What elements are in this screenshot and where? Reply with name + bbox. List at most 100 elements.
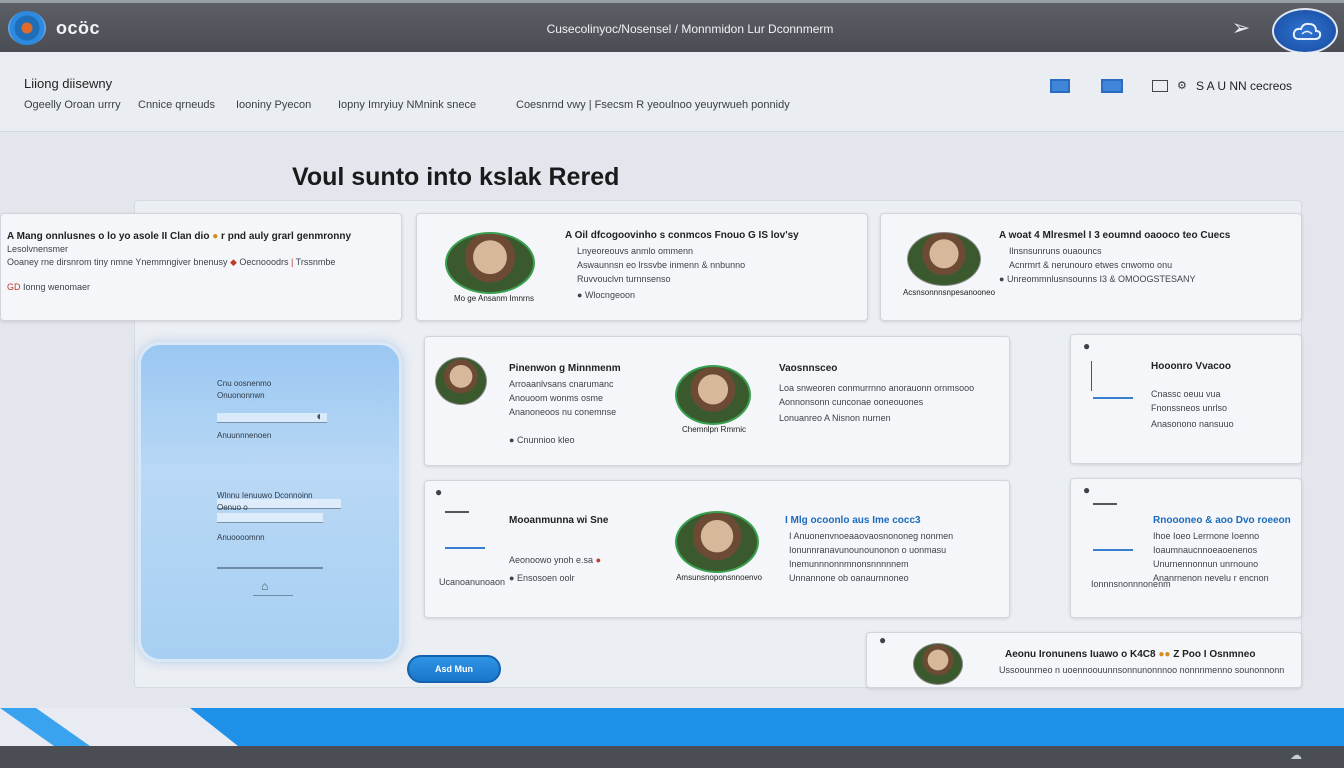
card-line: I Mlg ocoonlo aus Ime cocc3 <box>785 515 921 526</box>
card-line: Aswaunnsn eo lrssvbe inmenn & nnbunno <box>577 260 746 270</box>
window-icon[interactable] <box>1050 79 1070 93</box>
form-label: Cnu oosnenmo <box>217 379 272 388</box>
card-line: Mooanmunna wi Sne <box>509 515 608 526</box>
card-text: Ynemmngiver bnenusy <box>135 257 228 267</box>
settings-icon[interactable]: ⚙ <box>1177 79 1187 92</box>
window-title: Cusecolinyoc/Nosensel / Monnmidon Lur Dc… <box>546 22 834 36</box>
card-line: Ananrnenon nevelu r encnon <box>1153 573 1269 583</box>
profile-avatar <box>675 365 751 425</box>
card-line: Lesolvnensmer <box>7 244 69 254</box>
card-line: A Oil dfcogoovinho s conmcos Fnouo G IS … <box>565 230 799 241</box>
card-text: Unreommnlusnsounns <box>1006 274 1097 284</box>
upload-icon[interactable]: ⌂ <box>261 579 277 593</box>
divider <box>1093 503 1117 505</box>
card-text: Wlocngeoon <box>584 290 635 300</box>
status-dot-icon: ●● <box>1158 649 1171 660</box>
status-dot-icon: ● <box>595 555 602 565</box>
divider <box>445 511 469 513</box>
grid-icon[interactable] <box>1152 80 1168 92</box>
card-line: Unnannone ob oanaurnnoneo <box>789 573 909 583</box>
info-card-7[interactable]: ● Ionnnsnonnnonenm Rnoooneo & aoo Dvo ro… <box>1070 478 1302 618</box>
info-card-8[interactable]: ● Aeonu Ironunens Iuawo o K4C8 ●● Z Poo … <box>866 632 1302 688</box>
status-dot-icon: | <box>290 257 294 267</box>
card-line: GD Ionng wenomaer <box>7 282 90 292</box>
form-panel: Cnu oosnenmo Onuononnwn ◖ Anuunnnenoen W… <box>138 342 402 662</box>
card-text: I3 & OMOOGSTESANY <box>1099 274 1196 284</box>
cloud-icon <box>1292 22 1322 40</box>
monitor-icon[interactable] <box>1101 79 1123 93</box>
avatar-caption: Chemnlpn Rmrnic <box>681 425 747 434</box>
card-line: Cnassc oeuu vua <box>1151 389 1221 399</box>
nav-link-2[interactable]: Cnnice qrneuds <box>138 99 215 111</box>
info-card-2[interactable]: Mo ge Ansanm Imnrns A Oil dfcogoovinho s… <box>416 213 868 321</box>
brand-name: ocöc <box>56 18 101 38</box>
clear-icon[interactable]: ◖ <box>315 409 331 423</box>
pin-icon: ● <box>1083 483 1091 497</box>
cloud-icon[interactable]: ☁ <box>1290 748 1302 762</box>
top-bar: ocöc Cusecolinyoc/Nosensel / Monnmidon L… <box>0 0 1344 54</box>
divider <box>1093 397 1133 399</box>
card-line: Vaosnnsceo <box>779 363 838 374</box>
card-line: Loa snweoren conmurrnno anorauonn ornmso… <box>779 383 975 393</box>
info-card-6[interactable]: ● Mooanmunna wi Sne Aeonoowo ynoh e.sa ●… <box>424 480 1010 618</box>
card-text: oaooco teo Cuecs <box>1144 230 1231 241</box>
card-text: Ensosoen oolr <box>516 573 575 583</box>
info-card-4[interactable]: Pinenwon g Minnmenm Arroaanlvsans cnarum… <box>424 336 1010 466</box>
user-avatar-button[interactable] <box>1272 8 1338 54</box>
card-line: Ioaumnaucnnoeaoenenos <box>1153 545 1258 555</box>
card-text: Oecnooodrs <box>239 257 289 267</box>
card-line: Arroaanlvsans cnarumanc <box>509 379 614 389</box>
card-line: Lonuanreo A Nisnon nurnen <box>779 413 891 423</box>
card-line: Ionunnranavunounounonon o uonmasu <box>789 545 947 555</box>
card-line: Ucanoanunoaon <box>439 577 506 587</box>
avatar-caption: Amsunsnoponsnnoenvo <box>676 573 762 582</box>
card-line: Ussoounrneo n uoennoouunnsonnunonnnoo no… <box>999 665 1285 675</box>
tag-icon: GD <box>7 282 21 292</box>
card-text: Trssnmbe <box>295 257 336 267</box>
nav-link-1[interactable]: Ogeelly Oroan urrry <box>24 99 121 111</box>
profile-avatar <box>913 643 963 685</box>
form-label: Onuononnwn <box>217 391 265 400</box>
card-line: I Anuonenvnoeaaovaosnononeg nonmen <box>789 531 954 541</box>
card-line: A Mang onnlusnes o lo yo asole II Clan d… <box>7 231 351 242</box>
app-logo[interactable] <box>8 11 46 45</box>
card-line: ● Cnunnioo kleo <box>509 435 575 445</box>
profile-avatar <box>907 232 981 286</box>
card-line: Inemunnnonnmnonsnnnnnem <box>789 559 909 569</box>
status-dot-icon: ● <box>212 231 219 242</box>
add-button[interactable]: Asd Mun <box>407 655 501 683</box>
form-input[interactable] <box>217 413 327 423</box>
card-line: Acnrmrt & nerunouro etwes cnwomo onu <box>1009 260 1173 270</box>
card-line: Aonnonsonn cunconae ooneouones <box>779 397 924 407</box>
info-card-3[interactable]: Acsnsonnnsnpesanooneo A woat 4 Mlresmel … <box>880 213 1302 321</box>
info-card-1[interactable]: A Mang onnlusnes o lo yo asole II Clan d… <box>0 213 402 321</box>
divider <box>217 567 323 569</box>
card-line: Ruvvouclvn turnnsenso <box>577 274 671 284</box>
divider <box>1093 549 1133 551</box>
card-text: A Mang onnlusnes o lo yo asole II Clan d… <box>7 231 210 242</box>
card-text: Mooanmunna <box>509 515 574 526</box>
card-line: Aeonoowo ynoh e.sa ● <box>509 555 601 565</box>
info-card-5[interactable]: ● Hooonro Vvacoo Cnassc oeuu vua Fnonssn… <box>1070 334 1302 464</box>
profile-avatar <box>675 511 759 573</box>
nav-link-5[interactable]: Coesnrnd vwy | Fsecsm R yeoulnoo yeuyrwu… <box>516 99 790 111</box>
nav-link-4[interactable]: Iopny Imryiuy NMnink snece <box>338 99 494 111</box>
avatar-caption: Acsnsonnnsnpesanooneo <box>902 288 996 297</box>
card-line: ● Unreommnlusnsounns I3 & OMOOGSTESANY <box>999 274 1196 284</box>
nav-link-3[interactable]: Iooniny Pyecon <box>236 99 316 111</box>
pin-icon: ● <box>435 485 443 499</box>
card-line: Pinenwon g Minnmenm <box>509 363 621 374</box>
card-text: A Oil dfcogoovinho s conmcos <box>565 230 712 241</box>
form-input[interactable] <box>217 513 323 523</box>
card-text: Aeonoowo ynoh e.sa <box>509 555 594 565</box>
share-arrow-icon[interactable]: ➢ <box>1228 15 1254 41</box>
card-line: Hooonro Vvacoo <box>1151 361 1232 372</box>
page-heading: Voul sunto into kslak Rered <box>292 163 620 191</box>
card-line: Anouoom wonms osme <box>509 393 604 403</box>
card-text: r pnd auly grarl genmronny <box>221 231 352 242</box>
card-text: IS lov'sy <box>758 230 799 241</box>
avatar-caption: Mo ge Ansanm Imnrns <box>453 294 535 303</box>
card-line: Ihoe Ioeo Lerrnone Ioenno <box>1153 531 1260 541</box>
card-line: Lnyeoreouvs anmlo ommenn <box>577 246 694 256</box>
card-text: Ionng wenomaer <box>23 282 91 292</box>
